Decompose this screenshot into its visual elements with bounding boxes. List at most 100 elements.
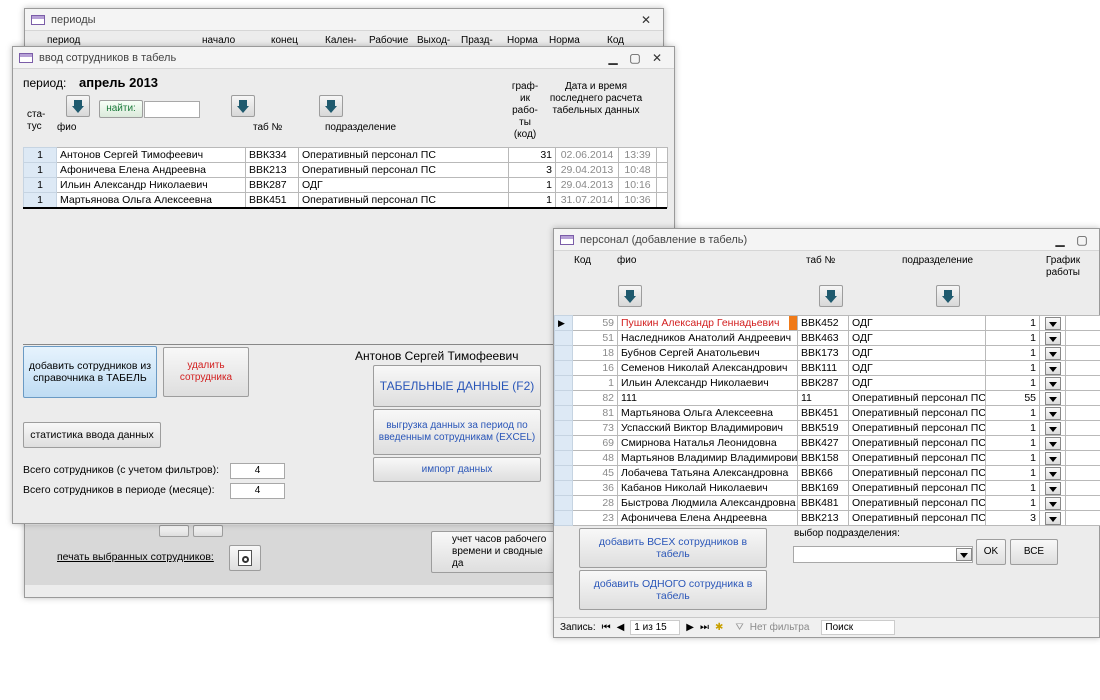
dept-cell[interactable]: Оперативный персонал ПС xyxy=(848,480,986,496)
dept-cell[interactable]: ОДГ xyxy=(298,177,509,193)
tab-cell[interactable]: ВВК158 xyxy=(797,450,849,466)
dept-cell[interactable]: ОДГ xyxy=(848,360,986,376)
dept-cell[interactable]: ОДГ xyxy=(848,375,986,391)
row-selector[interactable] xyxy=(554,345,573,361)
chevron-down-icon[interactable] xyxy=(1044,496,1061,510)
chevron-down-icon[interactable] xyxy=(1044,436,1061,450)
tab-cell[interactable]: ВВК111 xyxy=(797,360,849,376)
tabel-data-button[interactable]: ТАБЕЛЬНЫЕ ДАННЫЕ (F2) xyxy=(373,365,541,407)
tab-cell[interactable]: ВВК334 xyxy=(245,147,299,163)
code-cell[interactable]: 28 xyxy=(572,495,618,511)
table-row[interactable]: 18 Бубнов Сергей Анатольевич ВВК173 ОДГ 1 xyxy=(554,345,1100,361)
schedule-cell[interactable]: 3 xyxy=(508,162,556,178)
next-record-icon[interactable]: ▶ xyxy=(686,622,694,633)
schedule-cell[interactable]: 1 xyxy=(508,192,556,208)
table-row[interactable]: 51 Наследников Анатолий Андреевич ВВК463 ОД… xyxy=(554,330,1100,346)
chevron-down-icon[interactable] xyxy=(956,548,972,561)
dept-cell[interactable]: ОДГ xyxy=(848,330,986,346)
row-selector[interactable] xyxy=(554,375,573,391)
row-selector[interactable] xyxy=(554,495,573,511)
chevron-down-icon[interactable] xyxy=(1044,391,1061,405)
table-row[interactable]: 1 Мартьянова Ольга Алексеевна ВВК451 Операт… xyxy=(23,192,668,208)
minimize-icon[interactable]: ▁ xyxy=(1049,233,1071,247)
chevron-down-icon[interactable] xyxy=(1044,361,1061,375)
minimize-icon[interactable]: ▁ xyxy=(602,51,624,65)
fio-cell[interactable]: Семенов Николай Александрович xyxy=(617,360,798,376)
schedule-cell[interactable]: 31 xyxy=(508,147,556,163)
chevron-down-icon[interactable] xyxy=(1044,376,1061,390)
row-selector[interactable] xyxy=(554,420,573,436)
table-row[interactable]: ▶ 59 Пушкин Александр Геннадьевич ВВК452 ОДГ… xyxy=(554,315,1100,331)
fio-cell[interactable]: Бубнов Сергей Анатольевич xyxy=(617,345,798,361)
schedule-dropdown-cell[interactable] xyxy=(1039,390,1066,406)
last-record-icon[interactable]: ⏭ xyxy=(700,622,709,633)
table-row[interactable]: 1 Антонов Сергей Тимофеевич ВВК334 Оператив… xyxy=(23,147,668,163)
row-selector[interactable] xyxy=(554,360,573,376)
schedule-dropdown-cell[interactable] xyxy=(1039,450,1066,466)
tab-cell[interactable]: ВВК213 xyxy=(245,162,299,178)
table-row[interactable]: 16 Семенов Николай Александрович ВВК111 ОДГ… xyxy=(554,360,1100,376)
schedule-dropdown-cell[interactable] xyxy=(1039,465,1066,481)
fio-cell[interactable]: Лобачева Татьяна Александровна xyxy=(617,465,798,481)
code-cell[interactable]: 81 xyxy=(572,405,618,421)
schedule-dropdown-cell[interactable] xyxy=(1039,510,1066,526)
dept-cell[interactable]: Оперативный персонал ПС xyxy=(848,450,986,466)
dept-cell[interactable]: Оперативный персонал ПС xyxy=(848,510,986,526)
fio-cell[interactable]: Пушкин Александр Геннадьевич xyxy=(617,315,798,331)
sort-fio-button[interactable] xyxy=(618,285,642,307)
chevron-down-icon[interactable] xyxy=(1044,451,1061,465)
schedule-cell[interactable]: 1 xyxy=(985,450,1040,466)
sort-dept-button[interactable] xyxy=(936,285,960,307)
tab-cell[interactable]: 11 xyxy=(797,390,849,406)
table-row[interactable]: 1 Афоничева Елена Андреевна ВВК213 Оператив… xyxy=(23,162,668,178)
dept-cell[interactable]: Оперативный персонал ПС xyxy=(848,435,986,451)
tab-cell[interactable]: ВВК169 xyxy=(797,480,849,496)
no-filter-label[interactable]: Нет фильтра xyxy=(750,622,810,633)
small-button-a[interactable] xyxy=(159,525,189,537)
dept-cell[interactable]: Оперативный персонал ПС xyxy=(298,162,509,178)
schedule-dropdown-cell[interactable] xyxy=(1039,345,1066,361)
code-cell[interactable]: 45 xyxy=(572,465,618,481)
schedule-cell[interactable]: 1 xyxy=(985,360,1040,376)
sort-fio-button[interactable] xyxy=(66,95,90,117)
import-data-button[interactable]: импорт данных xyxy=(373,457,541,482)
fio-cell[interactable]: Быстрова Людмила Александровна xyxy=(617,495,798,511)
fio-cell[interactable]: Мартьянов Владимир Владимирович xyxy=(617,450,798,466)
fio-cell[interactable]: Ильин Александр Николаевич xyxy=(617,375,798,391)
schedule-dropdown-cell[interactable] xyxy=(1039,420,1066,436)
chevron-down-icon[interactable] xyxy=(1044,466,1061,480)
fio-cell[interactable]: Ильин Александр Николаевич xyxy=(56,177,246,193)
code-cell[interactable]: 59 xyxy=(572,315,618,331)
maximize-icon[interactable]: ▢ xyxy=(624,51,646,65)
fio-cell[interactable]: Мартьянова Ольга Алексеевна xyxy=(56,192,246,208)
code-cell[interactable]: 16 xyxy=(572,360,618,376)
schedule-cell[interactable]: 1 xyxy=(985,435,1040,451)
sort-tab-button[interactable] xyxy=(231,95,255,117)
chevron-down-icon[interactable] xyxy=(1044,316,1061,330)
row-selector[interactable] xyxy=(554,405,573,421)
schedule-cell[interactable]: 55 xyxy=(985,390,1040,406)
maximize-icon[interactable]: ▢ xyxy=(1071,233,1093,247)
chevron-down-icon[interactable] xyxy=(1044,421,1061,435)
code-cell[interactable]: 1 xyxy=(572,375,618,391)
fio-cell[interactable]: Афоничева Елена Андреевна xyxy=(617,510,798,526)
tab-cell[interactable]: ВВК463 xyxy=(797,330,849,346)
dept-cell[interactable]: Оперативный персонал ПС xyxy=(298,147,509,163)
table-row[interactable]: 69 Смирнова Наталья Леонидовна ВВК427 Опера… xyxy=(554,435,1100,451)
find-input[interactable] xyxy=(144,101,200,118)
fio-cell[interactable]: Кабанов Николай Николаевич xyxy=(617,480,798,496)
schedule-dropdown-cell[interactable] xyxy=(1039,480,1066,496)
table-row[interactable]: 28 Быстрова Людмила Александровна ВВК481 Оп… xyxy=(554,495,1100,511)
status-cell[interactable]: 1 xyxy=(23,192,57,208)
schedule-cell[interactable]: 1 xyxy=(985,495,1040,511)
print-selected-link[interactable]: печать выбранных сотрудников: xyxy=(57,551,214,563)
new-record-icon[interactable]: ✱ xyxy=(715,622,723,633)
dept-cell[interactable]: Оперативный персонал ПС xyxy=(848,405,986,421)
prev-record-icon[interactable]: ◀ xyxy=(617,622,625,633)
row-selector[interactable]: ▶ xyxy=(554,315,573,331)
all-button[interactable]: ВСЕ xyxy=(1010,539,1058,565)
record-counter[interactable]: 1 из 15 xyxy=(630,620,681,635)
schedule-cell[interactable]: 1 xyxy=(985,480,1040,496)
tab-cell[interactable]: ВВК451 xyxy=(797,405,849,421)
tab-cell[interactable]: ВВК287 xyxy=(245,177,299,193)
